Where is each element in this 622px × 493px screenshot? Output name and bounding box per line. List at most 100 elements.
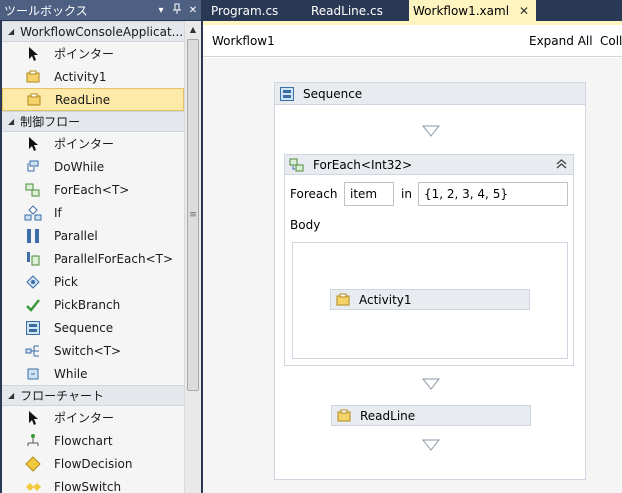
dropdown-icon[interactable]: ▾: [153, 5, 169, 16]
toolbox-item-label: Sequence: [54, 320, 114, 335]
toolbox-scrollbar[interactable]: ▲ ≡: [184, 21, 201, 493]
toolbox-item-label: Flowchart: [54, 433, 113, 448]
toolbox-item[interactable]: ポインター: [2, 42, 184, 65]
collapse-chevron-icon[interactable]: [556, 158, 567, 172]
collapse-all-button[interactable]: Coll: [600, 34, 622, 48]
tab-label: Program.cs: [211, 3, 279, 18]
toolbox-item[interactable]: ParallelForEach<T>: [2, 247, 184, 270]
toolbox-item[interactable]: Flowchart: [2, 429, 184, 452]
pin-icon[interactable]: [169, 3, 185, 18]
toolbox-category-label: フローチャート: [20, 389, 105, 403]
visual-studio-window: ツールボックス ▾ ✕ ◢ WorkflowConsoleApplicat... ポ…: [0, 0, 622, 493]
toolbox-title: ツールボックス: [4, 3, 88, 18]
toolbox-item[interactable]: Activity1: [2, 65, 184, 88]
activity-icon: [336, 408, 352, 424]
scroll-thumb[interactable]: ≡: [187, 39, 199, 391]
toolbox-item-label: Parallel: [54, 228, 98, 243]
toolbox-category[interactable]: ◢ 制御フロー: [2, 111, 184, 132]
toolbox-item-label: ポインター: [54, 137, 115, 151]
sequence-title: Sequence: [303, 86, 363, 101]
toolbox-item-label: ForEach<T>: [54, 182, 130, 197]
expand-triangle-icon[interactable]: ◢: [8, 27, 14, 36]
tab-label: ReadLine.cs: [311, 3, 383, 18]
toolbox-item[interactable]: FlowSwitch: [2, 475, 184, 493]
pointer-icon: [24, 136, 42, 152]
toolbox-category-label: 制御フロー: [20, 115, 81, 129]
toolbox-item[interactable]: PickBranch: [2, 293, 184, 316]
drop-arrow-icon: [422, 439, 440, 451]
toolbox-category[interactable]: ◢ WorkflowConsoleApplicat...: [2, 21, 184, 42]
toolbox-item-label: ポインター: [54, 47, 115, 61]
sequence-header[interactable]: Sequence: [275, 83, 585, 105]
parallel-icon: [24, 228, 42, 244]
expand-all-button[interactable]: Expand All: [529, 34, 593, 48]
expand-triangle-icon[interactable]: ◢: [8, 391, 14, 400]
toolbox-item-label: If: [54, 205, 62, 220]
sequence-activity[interactable]: Sequence ForEach<Int32> Foreach item in …: [274, 82, 586, 480]
switch-icon: [24, 343, 42, 359]
toolbox-item[interactable]: Parallel: [2, 224, 184, 247]
pointer-icon: [24, 46, 42, 62]
flowdecision-icon: [24, 455, 42, 472]
body-label: Body: [290, 218, 321, 232]
toolbox-category-label: WorkflowConsoleApplicat...: [20, 24, 184, 39]
parallel-foreach-icon: [24, 251, 42, 267]
in-label: in: [401, 187, 412, 201]
drop-arrow-icon: [422, 378, 440, 390]
toolbox-category[interactable]: ◢ フローチャート: [2, 385, 184, 406]
toolbox-item[interactable]: Pick: [2, 270, 184, 293]
sequence-icon: [279, 86, 295, 102]
readline-label: ReadLine: [360, 408, 416, 423]
close-icon[interactable]: ✕: [519, 4, 529, 18]
toolbox-item[interactable]: Sequence: [2, 316, 184, 339]
tab-program-cs[interactable]: Program.cs: [203, 0, 303, 21]
toolbox-item-label: Pick: [54, 274, 78, 289]
tab-readline-cs[interactable]: ReadLine.cs: [303, 0, 407, 21]
activity-icon: [335, 292, 351, 308]
foreach-header[interactable]: ForEach<Int32>: [285, 155, 573, 175]
activity-icon: [25, 92, 43, 108]
toolbox-item[interactable]: FlowDecision: [2, 452, 184, 475]
breadcrumb[interactable]: Workflow1: [212, 34, 275, 48]
flowswitch-icon: [24, 479, 42, 493]
drop-arrow-icon: [422, 125, 440, 137]
toolbox-item[interactable]: If: [2, 201, 184, 224]
if-icon: [24, 204, 42, 221]
foreach-activity[interactable]: ForEach<Int32> Foreach item in {1, 2, 3,…: [284, 154, 574, 366]
readline-activity[interactable]: ReadLine: [331, 405, 531, 426]
toolbox-item[interactable]: ポインター: [2, 406, 184, 429]
toolbox-item-label: ParallelForEach<T>: [54, 251, 174, 266]
foreach-label: Foreach: [290, 187, 338, 201]
close-icon[interactable]: ✕: [185, 5, 201, 16]
toolbox-list: ◢ WorkflowConsoleApplicat... ポインター Activity…: [2, 21, 184, 493]
values-expression-input[interactable]: {1, 2, 3, 4, 5}: [418, 182, 568, 206]
foreach-title: ForEach<Int32>: [313, 157, 413, 172]
foreach-icon: [289, 157, 305, 173]
toolbox-item[interactable]: DoWhile: [2, 155, 184, 178]
toolbox-panel: ツールボックス ▾ ✕ ◢ WorkflowConsoleApplicat... ポ…: [0, 0, 201, 493]
toolbox-item[interactable]: ForEach<T>: [2, 178, 184, 201]
expand-triangle-icon[interactable]: ◢: [8, 117, 14, 126]
toolbox-item-label: DoWhile: [54, 159, 105, 174]
activity1-activity[interactable]: Activity1: [330, 289, 530, 310]
toolbox-item-label: While: [54, 366, 88, 381]
toolbox-item[interactable]: ReadLine: [2, 88, 184, 111]
item-variable-input[interactable]: item: [344, 182, 394, 206]
scroll-up-icon[interactable]: ▲: [185, 21, 201, 37]
toolbox-item[interactable]: Switch<T>: [2, 339, 184, 362]
workflow-designer: Workflow1 Expand All Coll Sequence ForEa…: [203, 21, 622, 493]
toolbox-item[interactable]: ポインター: [2, 132, 184, 155]
pick-icon: [24, 274, 42, 290]
flowchart-icon: [24, 433, 42, 449]
tab-workflow1-xaml[interactable]: Workflow1.xaml ✕: [409, 0, 536, 21]
document-tabs: Program.cs ReadLine.cs Workflow1.xaml ✕: [203, 0, 622, 21]
tab-label: Workflow1.xaml: [413, 3, 510, 18]
toolbox-item-label: ReadLine: [55, 92, 111, 107]
foreach-icon: [24, 182, 42, 198]
toolbox-item-label: PickBranch: [54, 297, 121, 312]
designer-canvas[interactable]: Sequence ForEach<Int32> Foreach item in …: [203, 58, 622, 493]
foreach-body-dropzone[interactable]: Activity1: [292, 242, 568, 359]
activity-icon: [24, 69, 42, 85]
toolbox-item[interactable]: While: [2, 362, 184, 385]
breadcrumb-bar: Workflow1 Expand All Coll: [203, 25, 622, 57]
